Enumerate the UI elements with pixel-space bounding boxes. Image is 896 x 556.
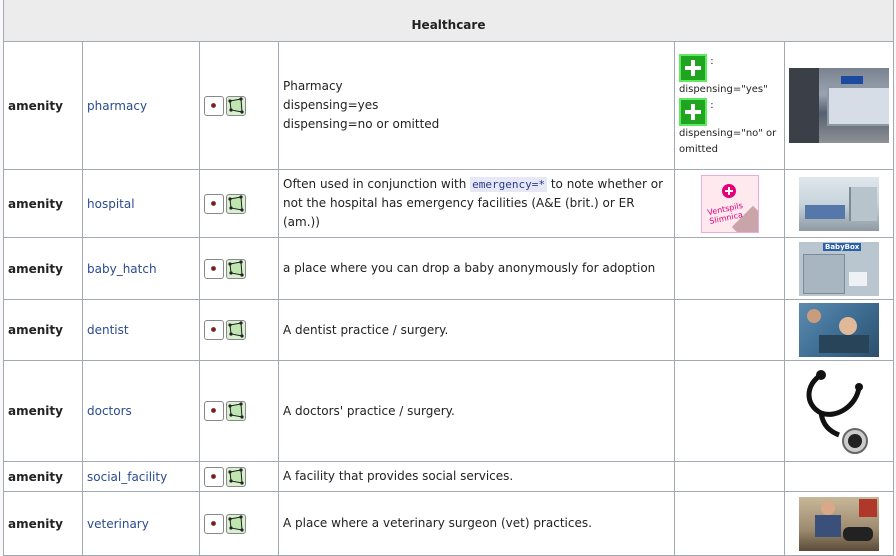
stethoscope-photo[interactable] — [799, 365, 879, 457]
baby-hatch-photo[interactable]: BabyBox — [799, 241, 879, 296]
table-row: amenity social_facility A facility that … — [3, 461, 894, 492]
area-icon — [226, 466, 246, 487]
area-icon — [226, 513, 246, 534]
green-cross-icon — [679, 53, 707, 82]
node-icon — [204, 95, 224, 116]
pharmacy-photo[interactable] — [789, 68, 889, 143]
tag-code[interactable]: emergency=* — [470, 177, 548, 192]
table-row: amenity doctors A doctors' practice / su… — [3, 360, 894, 462]
value-cell: pharmacy — [82, 41, 200, 170]
description-line: Pharmacy — [283, 79, 343, 93]
rendering-suffix: : — [710, 55, 714, 67]
description-cell: Pharmacy dispensing=yes dispensing=no or… — [278, 41, 675, 170]
rendering-cell: Ventspils Slimnica — [674, 169, 785, 238]
area-icon — [226, 193, 246, 214]
rendering-cell: : dispensing="yes" : dispensing="no" or … — [674, 41, 785, 170]
node-icon — [204, 320, 224, 340]
value-link[interactable]: doctors — [87, 404, 132, 418]
area-icon — [226, 320, 246, 340]
stethoscope-icon — [806, 370, 868, 454]
key-cell: amenity — [3, 41, 83, 170]
value-link[interactable]: social_facility — [87, 470, 167, 484]
value-cell: social_facility — [82, 461, 200, 492]
rendering-cell — [674, 491, 785, 556]
value-cell: hospital — [82, 169, 200, 238]
photo-cell — [784, 491, 894, 556]
value-cell: veterinary — [82, 491, 200, 556]
rendering-suffix: : — [710, 99, 714, 111]
green-cross-icon — [679, 97, 707, 126]
description-text: Often used in conjunction with — [283, 177, 471, 191]
value-link[interactable]: veterinary — [87, 517, 149, 531]
rendering-cell — [674, 360, 785, 462]
node-icon — [204, 466, 224, 487]
photo-cell — [784, 41, 894, 170]
photo-label: BabyBox — [823, 242, 862, 251]
description-line: dispensing=yes — [283, 98, 379, 112]
description-line: dispensing=no or omitted — [283, 117, 440, 131]
rendering-cell — [674, 237, 785, 300]
description-cell: Often used in conjunction with emergency… — [278, 169, 675, 238]
key-cell: amenity — [3, 237, 83, 300]
table-row: amenity veterinary A place where a veter… — [3, 491, 894, 556]
description-cell: A place where a veterinary surgeon (vet)… — [278, 491, 675, 556]
photo-cell — [784, 360, 894, 462]
key-cell: amenity — [3, 491, 83, 556]
section-title: Healthcare — [3, 0, 894, 42]
value-cell: doctors — [82, 360, 200, 462]
rendering-caption: dispensing="no" or omitted — [679, 127, 777, 155]
description-cell: A doctors' practice / surgery. — [278, 360, 675, 462]
description-cell: A facility that provides social services… — [278, 461, 675, 492]
key-cell: amenity — [3, 360, 83, 462]
element-types — [199, 169, 279, 238]
photo-cell — [784, 169, 894, 238]
dentist-photo[interactable] — [799, 303, 879, 357]
plus-icon — [721, 183, 736, 198]
table-row: amenity hospital Often used in conjuncti… — [3, 169, 894, 238]
hospital-photo[interactable] — [799, 176, 879, 231]
description-cell: A dentist practice / surgery. — [278, 299, 675, 361]
rendering-caption: dispensing="yes" — [679, 83, 768, 95]
value-link[interactable]: baby_hatch — [87, 262, 157, 276]
map-features-table: Healthcare amenity pharmacy Pharmacy dis… — [3, 0, 894, 556]
element-types — [199, 491, 279, 556]
element-types — [199, 299, 279, 361]
node-icon — [204, 193, 224, 214]
description-cell: a place where you can drop a baby anonym… — [278, 237, 675, 300]
photo-cell: BabyBox — [784, 237, 894, 300]
element-types — [199, 461, 279, 492]
area-icon — [226, 258, 246, 279]
table-row: amenity dentist A dentist practice / sur… — [3, 299, 894, 361]
node-icon — [204, 401, 224, 421]
table-row: amenity pharmacy Pharmacy dispensing=yes… — [3, 41, 894, 170]
value-link[interactable]: pharmacy — [87, 99, 147, 113]
node-icon — [204, 258, 224, 279]
element-types — [199, 360, 279, 462]
key-cell: amenity — [3, 461, 83, 492]
section-header-row: Healthcare — [3, 0, 894, 42]
veterinary-photo[interactable] — [799, 496, 879, 551]
area-icon — [226, 95, 246, 116]
element-types — [199, 41, 279, 170]
area-icon — [226, 401, 246, 421]
value-link[interactable]: dentist — [87, 323, 129, 337]
key-cell: amenity — [3, 169, 83, 238]
element-types — [199, 237, 279, 300]
rendering-cell — [674, 461, 785, 492]
rendering-cell — [674, 299, 785, 361]
value-link[interactable]: hospital — [87, 197, 135, 211]
value-cell: dentist — [82, 299, 200, 361]
value-cell: baby_hatch — [82, 237, 200, 300]
table-row: amenity baby_hatch a place where you can… — [3, 237, 894, 300]
key-cell: amenity — [3, 299, 83, 361]
photo-cell — [784, 299, 894, 361]
node-icon — [204, 513, 224, 534]
hospital-logo: Ventspils Slimnica — [700, 174, 759, 233]
photo-cell — [784, 461, 894, 492]
